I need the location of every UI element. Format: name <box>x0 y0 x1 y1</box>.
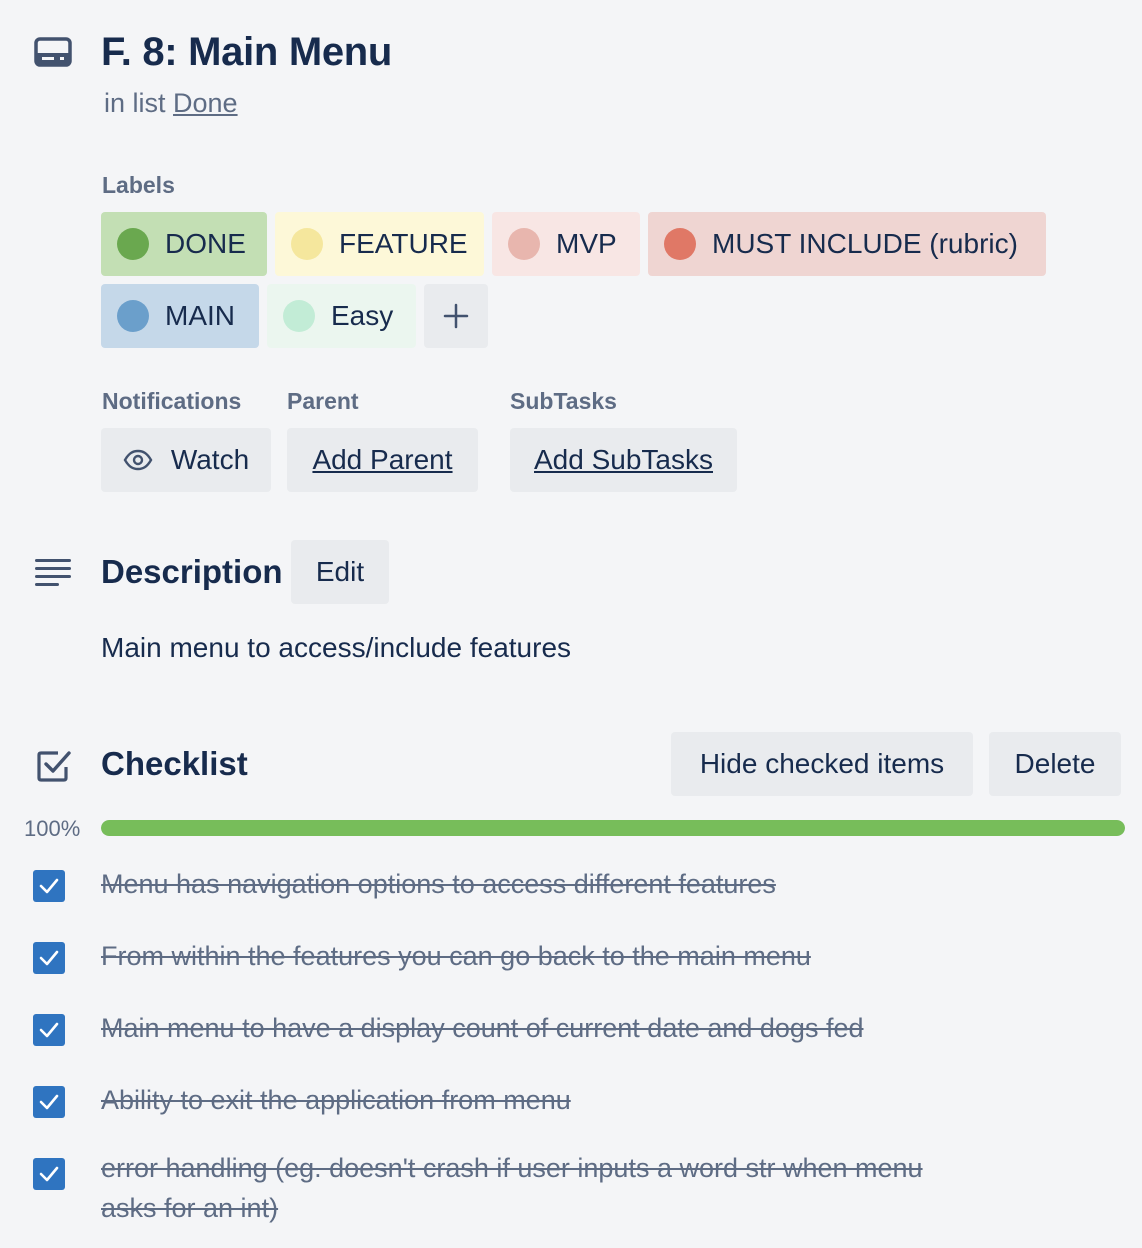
label-done[interactable]: DONE <box>101 212 267 276</box>
checkmark-icon <box>39 1022 59 1038</box>
label-name: DONE <box>165 228 246 259</box>
progress-bar <box>101 820 1125 836</box>
label-color-dot <box>283 300 315 332</box>
label-main[interactable]: MAIN <box>101 284 259 348</box>
delete-checklist-button[interactable]: Delete <box>989 732 1121 796</box>
eye-icon <box>123 449 153 471</box>
label-must-include[interactable]: MUST INCLUDE (rubric) <box>648 212 1046 276</box>
list-link[interactable]: Done <box>173 88 238 118</box>
label-color-dot <box>291 228 323 260</box>
add-subtasks-label: Add SubTasks <box>534 444 713 475</box>
edit-description-button[interactable]: Edit <box>291 540 389 604</box>
checkmark-icon <box>39 1094 59 1110</box>
checklist-item[interactable]: From within the features you can go back… <box>101 936 941 976</box>
label-name: Easy <box>331 300 394 331</box>
label-name: MVP <box>556 228 617 259</box>
add-label-button[interactable] <box>424 284 488 348</box>
add-subtasks-button[interactable]: Add SubTasks <box>510 428 737 492</box>
label-name: MUST INCLUDE (rubric) <box>712 228 1018 259</box>
description-text[interactable]: Main menu to access/include features <box>101 632 571 664</box>
checklist-checkbox[interactable] <box>33 1014 65 1046</box>
description-heading: Description <box>101 553 283 590</box>
card-icon <box>34 37 72 67</box>
notifications-heading: Notifications <box>102 388 242 414</box>
plus-icon <box>443 303 469 329</box>
checklist-checkbox[interactable] <box>33 870 65 902</box>
watch-label: Watch <box>170 444 250 475</box>
description-icon <box>35 559 71 586</box>
checklist-item[interactable]: Ability to exit the application from men… <box>101 1080 941 1120</box>
progress-bar-fill <box>101 820 1125 836</box>
checklist-checkbox[interactable] <box>33 1086 65 1118</box>
add-parent-label: Add Parent <box>312 444 453 475</box>
parent-heading: Parent <box>287 388 359 414</box>
label-color-dot <box>117 228 149 260</box>
hide-checked-button[interactable]: Hide checked items <box>671 732 973 796</box>
checklist-icon <box>37 751 71 782</box>
list-indicator: in list Done <box>104 88 238 119</box>
hide-checked-label: Hide checked items <box>699 748 945 779</box>
label-color-dot <box>664 228 696 260</box>
label-mvp[interactable]: MVP <box>492 212 640 276</box>
edit-label: Edit <box>315 556 365 587</box>
label-easy[interactable]: Easy <box>267 284 416 348</box>
checkmark-icon <box>39 950 59 966</box>
checklist-item[interactable]: error handling (eg. doesn't crash if use… <box>101 1148 941 1228</box>
checkmark-icon <box>39 878 59 894</box>
checklist-item[interactable]: Main menu to have a display count of cur… <box>101 1008 941 1048</box>
delete-label: Delete <box>1014 748 1096 779</box>
card-title[interactable]: F. 8: Main Menu <box>101 30 392 75</box>
label-name: MAIN <box>165 300 235 331</box>
label-feature[interactable]: FEATURE <box>275 212 484 276</box>
checklist-item[interactable]: Menu has navigation options to access di… <box>101 864 941 904</box>
label-color-dot <box>508 228 540 260</box>
label-name: FEATURE <box>339 228 468 259</box>
list-prefix: in list <box>104 88 166 118</box>
checkmark-icon <box>39 1166 59 1182</box>
checklist-checkbox[interactable] <box>33 942 65 974</box>
subtasks-heading: SubTasks <box>510 388 617 414</box>
add-parent-button[interactable]: Add Parent <box>287 428 478 492</box>
watch-button[interactable]: Watch <box>101 428 271 492</box>
progress-percent: 100% <box>24 816 81 841</box>
checklist-checkbox[interactable] <box>33 1158 65 1190</box>
labels-heading: Labels <box>102 172 175 198</box>
label-color-dot <box>117 300 149 332</box>
checklist-heading: Checklist <box>101 745 248 782</box>
